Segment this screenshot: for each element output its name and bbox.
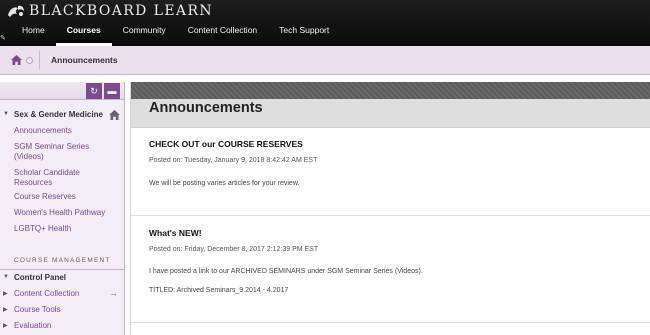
tab-content-collection[interactable]: Content Collection [177,18,268,46]
course-title: Sex & Gender Medicine [14,110,103,119]
course-management-heading: COURSE MANAGEMENT [14,257,111,264]
tab-courses[interactable]: Courses [55,18,112,46]
breadcrumb-menu-icon[interactable] [26,56,33,64]
course-title-row[interactable]: ▼ Sex & Gender Medicine [0,108,125,122]
main-nav: Home Courses Community Content Collectio… [0,18,340,46]
home-icon[interactable] [11,55,22,65]
sidebar-item-announcements[interactable]: Announcements [14,126,72,136]
sidebar-item-lgbtq-health[interactable]: LGBTQ+ Health [14,224,71,234]
control-panel-item-label: Content Collection [14,289,80,298]
logo-text: BLACKBOARD LEARN [29,3,214,19]
caret-right-icon[interactable]: ▶ [3,290,8,297]
sidebar-item-womens-health-pathway[interactable]: Women's Health Pathway [14,208,105,218]
announcement-body: I have posted a link to our ARCHIVED SEM… [149,268,423,275]
breadcrumb: Announcements [0,46,650,75]
course-menu-toolbar: ↻ ▬ [0,82,124,100]
sidebar-item-course-reserves[interactable]: Course Reserves [14,192,76,202]
page-heading-bar: Announcements [131,99,650,128]
sidebar-item-scholar-candidate-resources[interactable]: Scholar Candidate Resources [14,168,104,188]
control-panel-item-content-collection[interactable]: ▶ Content Collection → [0,286,124,302]
tab-home[interactable]: Home [0,18,56,46]
tab-tech-support[interactable]: Tech Support [268,18,340,46]
course-menu: ↻ ▬ ▼ Sex & Gender Medicine Announcement… [0,82,125,335]
announcement-title: CHECK OUT our COURSE RESERVES [149,139,303,149]
caret-down-icon[interactable]: ▼ [3,111,9,117]
announcement-body: We will be posting varies articles for y… [149,180,300,187]
control-panel-label: Control Panel [14,273,67,282]
announcement-posted: Posted on: Tuesday, January 9, 2018 8:42… [149,157,318,164]
arrow-right-icon[interactable]: → [109,288,118,298]
announcement-posted: Posted on: Friday, December 8, 2017 2:12… [149,246,319,253]
blackboard-logo-icon [8,5,24,17]
caret-down-icon[interactable]: ▼ [3,274,9,280]
content-header-stripe [131,82,650,99]
sidebar-item-sgm-seminar-series[interactable]: SGM Seminar Series (Videos) [14,142,114,162]
control-panel-item-course-tools[interactable]: ▶ Course Tools [0,302,124,318]
announcement-body: TITLED: Archived Seminars_9.2014 - 4.201… [149,287,289,294]
tab-community[interactable]: Community [112,18,177,46]
announcement-divider [131,322,650,323]
caret-right-icon[interactable]: ▶ [3,306,8,313]
control-panel-row[interactable]: ▼ Control Panel [0,270,124,286]
control-panel-item-label: Evaluation [14,321,52,330]
page-title: Announcements [149,100,263,116]
folder-icon[interactable]: ▬ [104,83,120,99]
breadcrumb-divider [39,51,40,69]
breadcrumb-current: Announcements [51,55,118,65]
top-header: BLACKBOARD LEARN Home Courses Community … [0,0,650,46]
main-content: Announcements CHECK OUT our COURSE RESER… [130,82,650,335]
pin-icon[interactable]: ✎ [0,34,6,42]
control-panel-item-evaluation[interactable]: ▶ Evaluation [0,318,124,334]
announcement-divider [131,215,650,216]
caret-right-icon[interactable]: ▶ [3,322,8,329]
announcement-title: What's NEW! [149,228,202,238]
course-home-icon[interactable] [109,110,120,120]
refresh-icon[interactable]: ↻ [86,83,102,99]
control-panel-item-label: Course Tools [14,305,61,314]
